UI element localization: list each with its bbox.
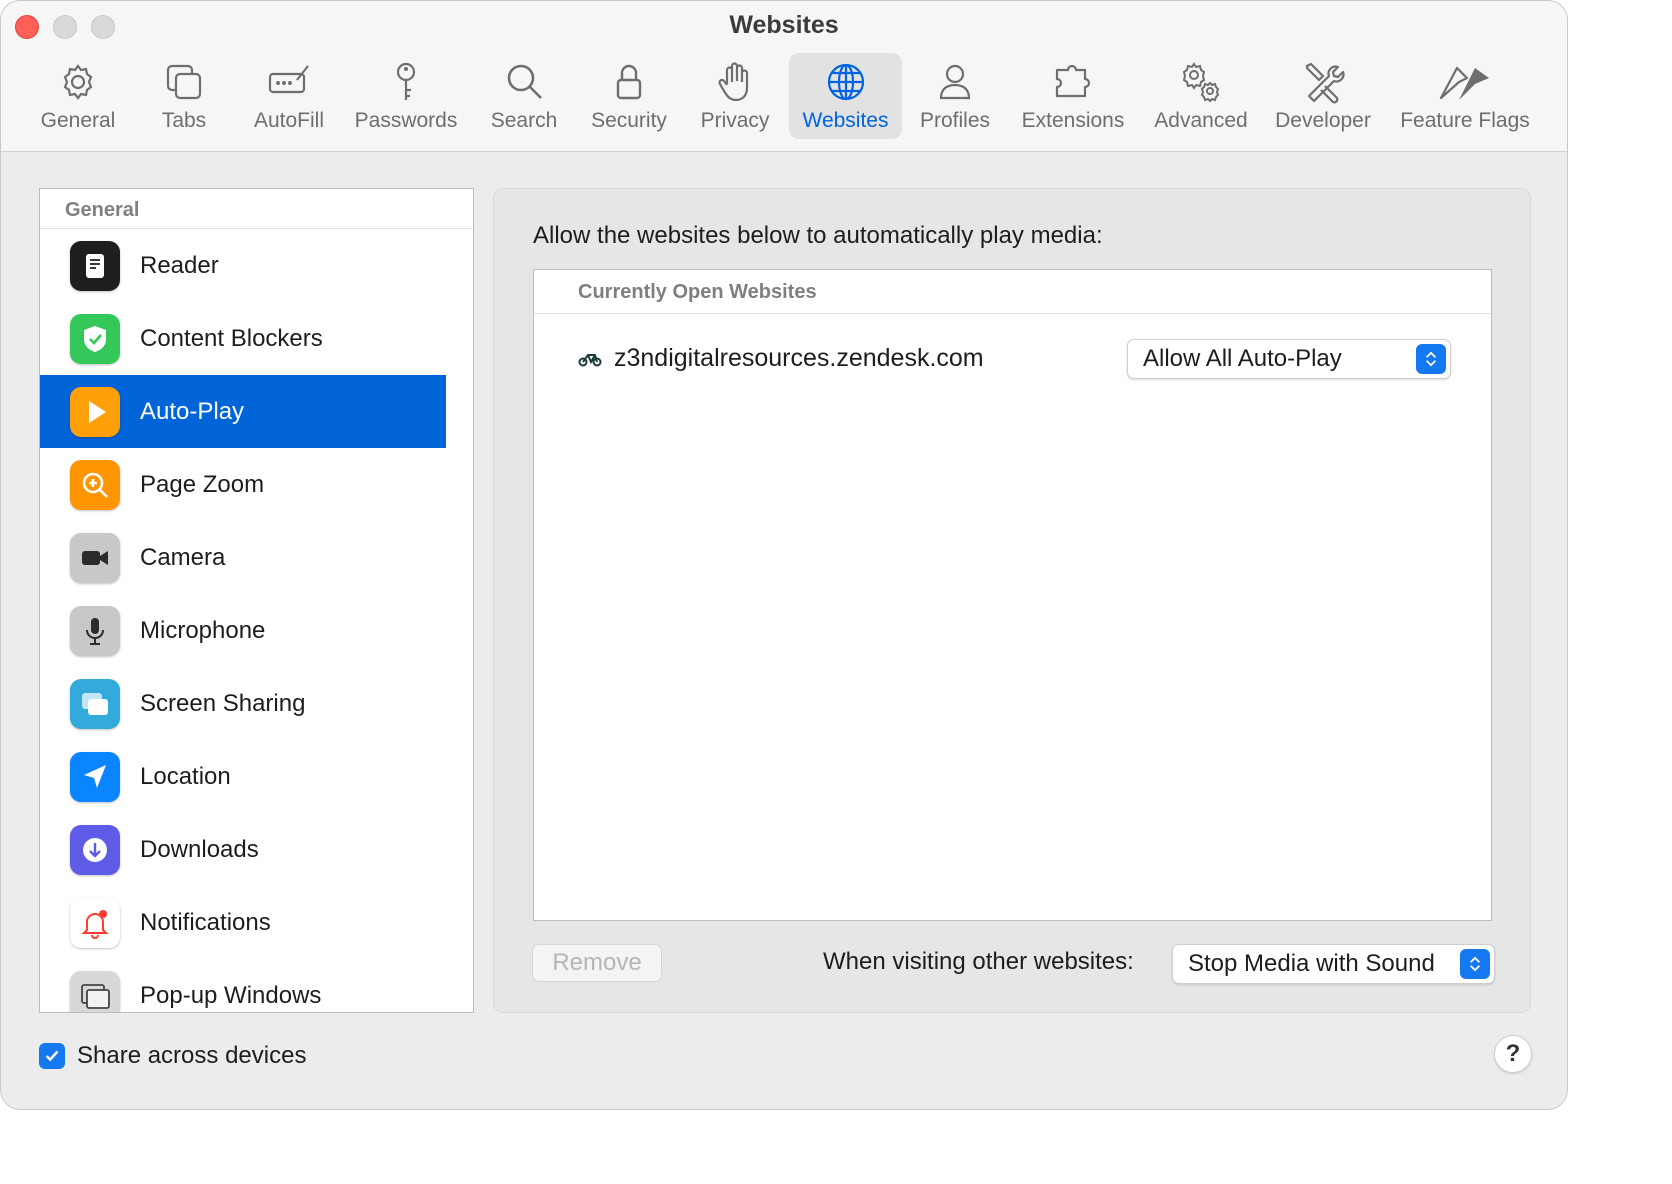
help-button[interactable]: ? <box>1494 1035 1532 1073</box>
tab-label: Extensions <box>1021 109 1125 132</box>
bicycle-icon <box>578 346 602 370</box>
table-row[interactable]: z3ndigitalresources.zendesk.com <box>578 340 984 376</box>
chevron-up-down-icon <box>1460 949 1490 979</box>
tools-icon <box>1301 59 1345 105</box>
person-icon <box>933 59 977 105</box>
sidebar-header: General <box>40 189 473 229</box>
chevron-up-down-icon <box>1416 344 1446 374</box>
sidebar-item-notifications[interactable]: Notifications <box>40 886 446 959</box>
tab-feature-flags[interactable]: Feature Flags <box>1391 53 1539 139</box>
preferences-window: Websites General Tabs AutoFill Passwords <box>0 0 1568 1110</box>
screen-sharing-icon <box>70 678 120 729</box>
sidebar-item-label: Screen Sharing <box>140 689 306 717</box>
sidebar-item-page-zoom[interactable]: Page Zoom <box>40 448 446 521</box>
select-value: Stop Media with Sound <box>1188 950 1435 977</box>
sidebar-item-label: Pop-up Windows <box>140 981 322 1009</box>
tab-label: General <box>40 109 116 132</box>
download-icon <box>70 824 120 875</box>
shield-check-icon <box>70 313 120 364</box>
tab-label: Websites <box>802 109 889 132</box>
tab-label: Security <box>591 109 667 132</box>
gears-icon <box>1179 59 1223 105</box>
sidebar-item-auto-play[interactable]: Auto-Play <box>40 375 446 448</box>
play-icon <box>70 386 120 437</box>
sidebar-item-label: Auto-Play <box>140 397 245 425</box>
table-section-header: Currently Open Websites <box>534 270 1491 314</box>
reader-icon <box>70 240 120 291</box>
share-label: Share across devices <box>77 1042 307 1069</box>
tab-extensions[interactable]: Extensions <box>1013 53 1133 139</box>
tab-label: Developer <box>1275 109 1371 132</box>
tab-websites[interactable]: Websites <box>789 53 902 139</box>
auto-play-panel: Allow the websites below to automaticall… <box>493 188 1531 1013</box>
magnifier-icon <box>502 59 546 105</box>
tab-label: Search <box>490 109 558 132</box>
sidebar-item-camera[interactable]: Camera <box>40 521 446 594</box>
sidebar-item-label: Camera <box>140 543 226 571</box>
key-icon <box>384 59 428 105</box>
tab-tabs[interactable]: Tabs <box>141 53 227 139</box>
sidebar-item-content-blockers[interactable]: Content Blockers <box>40 302 446 375</box>
share-checkbox[interactable] <box>39 1043 65 1069</box>
tab-developer[interactable]: Developer <box>1267 53 1379 139</box>
tab-general[interactable]: General <box>29 53 127 139</box>
sidebar-item-downloads[interactable]: Downloads <box>40 813 446 886</box>
window-title: Websites <box>729 11 839 39</box>
sidebar-item-label: Microphone <box>140 616 266 644</box>
tab-label: Advanced <box>1154 109 1248 132</box>
location-arrow-icon <box>70 751 120 802</box>
sidebar-item-microphone[interactable]: Microphone <box>40 594 446 667</box>
tab-label: Passwords <box>354 109 458 132</box>
microphone-icon <box>70 605 120 656</box>
site-autoplay-select[interactable]: Allow All Auto-Play <box>1127 339 1451 379</box>
panel-heading: Allow the websites below to automaticall… <box>533 222 1103 249</box>
tab-label: Feature Flags <box>1400 109 1530 132</box>
tab-label: AutoFill <box>253 109 325 132</box>
other-websites-select[interactable]: Stop Media with Sound <box>1172 944 1495 984</box>
camera-icon <box>70 532 120 583</box>
sidebar-item-location[interactable]: Location <box>40 740 446 813</box>
sidebar: General Reader Content Blockers Auto-Pla… <box>39 188 474 1013</box>
sidebar-item-label: Content Blockers <box>140 324 323 352</box>
share-across-devices[interactable]: Share across devices <box>39 1042 306 1070</box>
puzzle-icon <box>1051 59 1095 105</box>
sidebar-item-label: Downloads <box>140 835 259 863</box>
tab-advanced[interactable]: Advanced <box>1147 53 1255 139</box>
hand-icon <box>713 59 757 105</box>
autofill-icon <box>267 59 311 105</box>
sidebar-item-screen-sharing[interactable]: Screen Sharing <box>40 667 446 740</box>
tab-search[interactable]: Search <box>481 53 567 139</box>
tab-profiles[interactable]: Profiles <box>913 53 997 139</box>
sidebar-item-label: Reader <box>140 251 219 279</box>
flags-icon <box>1435 59 1495 105</box>
sidebar-item-pop-up-windows[interactable]: Pop-up Windows <box>40 959 446 1012</box>
zoom-icon <box>70 459 120 510</box>
gear-icon <box>56 59 100 105</box>
tab-passwords[interactable]: Passwords <box>347 53 465 139</box>
tab-autofill[interactable]: AutoFill <box>245 53 333 139</box>
website-name: z3ndigitalresources.zendesk.com <box>614 343 984 372</box>
websites-table: Currently Open Websites z3ndigitalresour… <box>533 269 1492 921</box>
sidebar-item-label: Notifications <box>140 908 271 936</box>
tab-security[interactable]: Security <box>581 53 677 139</box>
globe-icon <box>824 59 868 105</box>
toolbar: Websites General Tabs AutoFill Passwords <box>1 1 1567 152</box>
checkmark-icon <box>45 1050 59 1062</box>
sidebar-item-reader[interactable]: Reader <box>40 229 446 302</box>
tab-label: Privacy <box>700 109 770 132</box>
bell-icon <box>70 897 120 948</box>
tabs-icon <box>162 59 206 105</box>
remove-button[interactable]: Remove <box>532 944 662 982</box>
tab-label: Profiles <box>919 109 991 132</box>
other-websites-label: When visiting other websites: <box>823 948 1134 975</box>
sidebar-item-label: Page Zoom <box>140 470 265 498</box>
lock-icon <box>607 59 651 105</box>
popup-windows-icon <box>70 970 120 1012</box>
tab-label: Tabs <box>161 109 207 132</box>
select-value: Allow All Auto-Play <box>1143 345 1342 372</box>
sidebar-item-label: Location <box>140 762 231 790</box>
tab-privacy[interactable]: Privacy <box>691 53 779 139</box>
